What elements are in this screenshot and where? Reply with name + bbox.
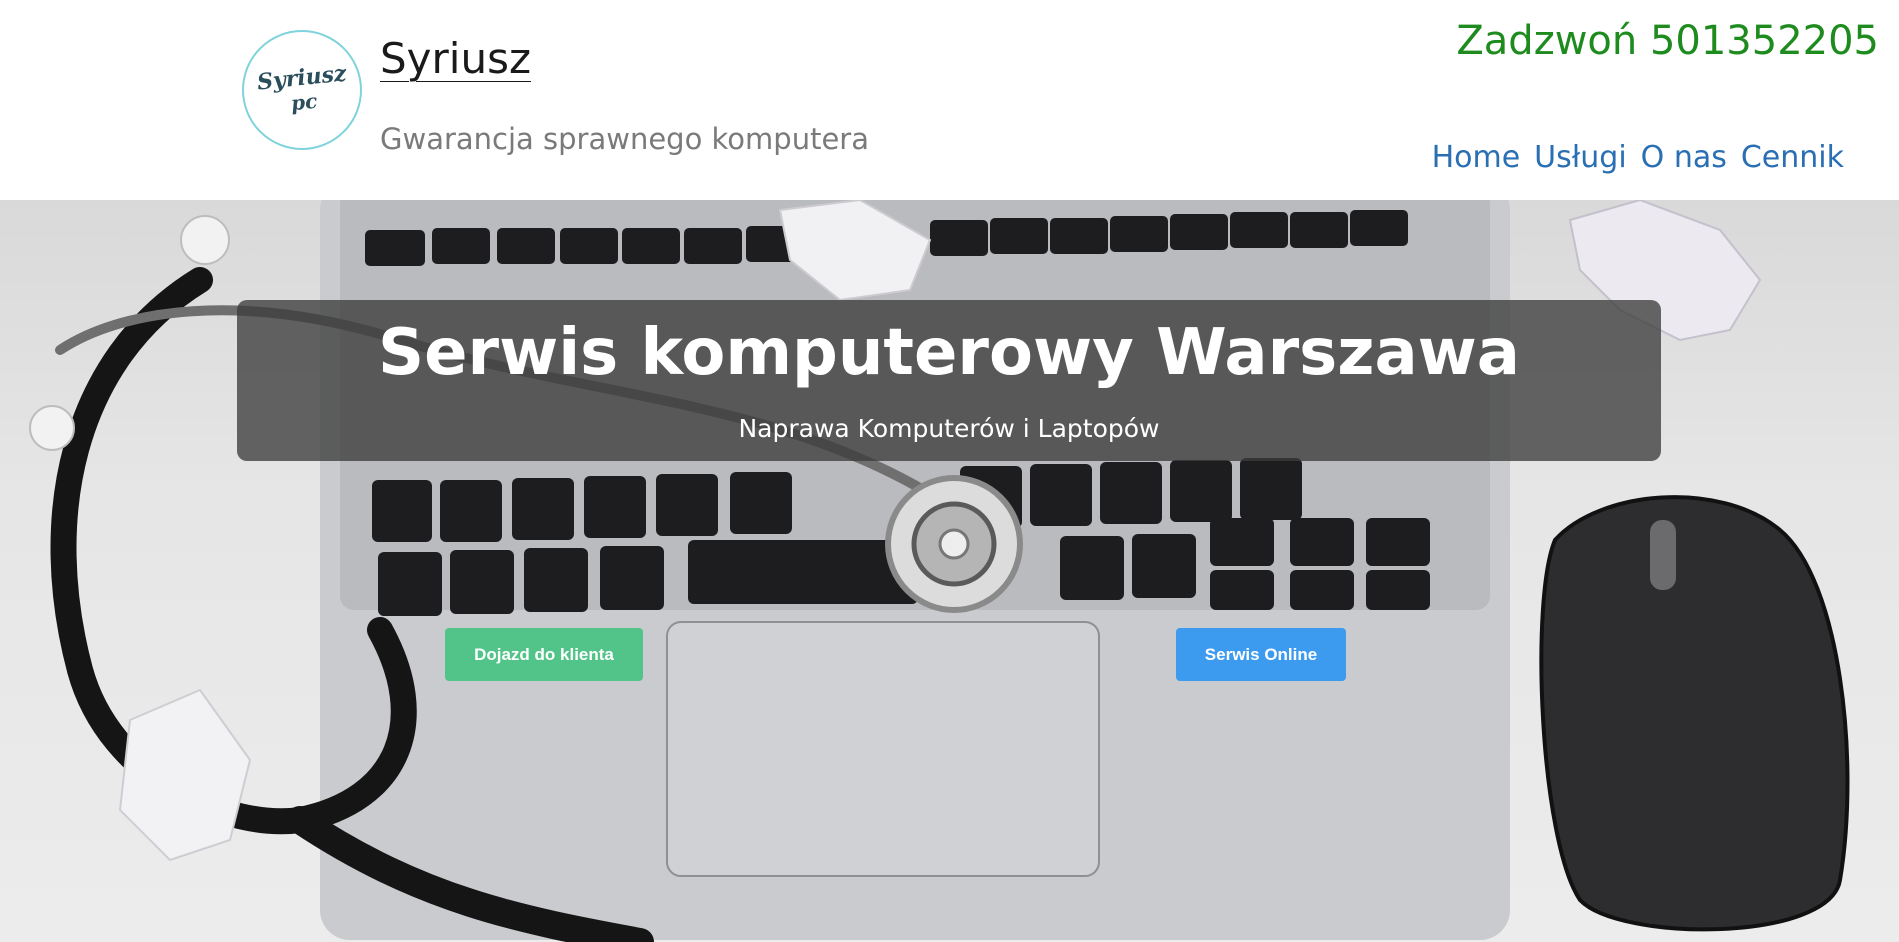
site-logo[interactable]: Syriusz pc	[242, 30, 362, 150]
hero-section: Serwis komputerowy Warszawa Naprawa Komp…	[0, 200, 1899, 942]
nav-item-uslugi[interactable]: Usługi	[1534, 140, 1627, 175]
ear-tip-icon	[180, 215, 230, 265]
logo-text-line2: pc	[289, 88, 319, 116]
page: Syriusz pc Syriusz Gwarancja sprawnego k…	[0, 0, 1899, 942]
nav-item-home[interactable]: Home	[1432, 140, 1521, 175]
site-title-link[interactable]: Syriusz	[380, 34, 531, 83]
nav-item-o-nas[interactable]: O nas	[1641, 140, 1727, 175]
hero-subtitle: Naprawa Komputerów i Laptopów	[738, 414, 1160, 443]
site-header: Syriusz pc Syriusz Gwarancja sprawnego k…	[0, 0, 1899, 200]
nav-item-cennik[interactable]: Cennik	[1741, 140, 1844, 175]
computer-mouse	[1539, 495, 1850, 932]
touchpad	[666, 621, 1100, 877]
hero-banner: Serwis komputerowy Warszawa Naprawa Komp…	[237, 300, 1661, 461]
phone-call-link[interactable]: Zadzwoń 501352205	[1456, 18, 1879, 64]
hero-title: Serwis komputerowy Warszawa	[378, 316, 1520, 390]
site-tagline: Gwarancja sprawnego komputera	[380, 122, 869, 156]
dojazd-do-klienta-button[interactable]: Dojazd do klienta	[445, 628, 643, 681]
serwis-online-button[interactable]: Serwis Online	[1176, 628, 1346, 681]
mouse-scroll-wheel-icon	[1650, 520, 1676, 590]
main-nav: Home Usługi O nas Cennik	[1432, 140, 1844, 175]
crumpled-paper-3	[118, 688, 252, 862]
